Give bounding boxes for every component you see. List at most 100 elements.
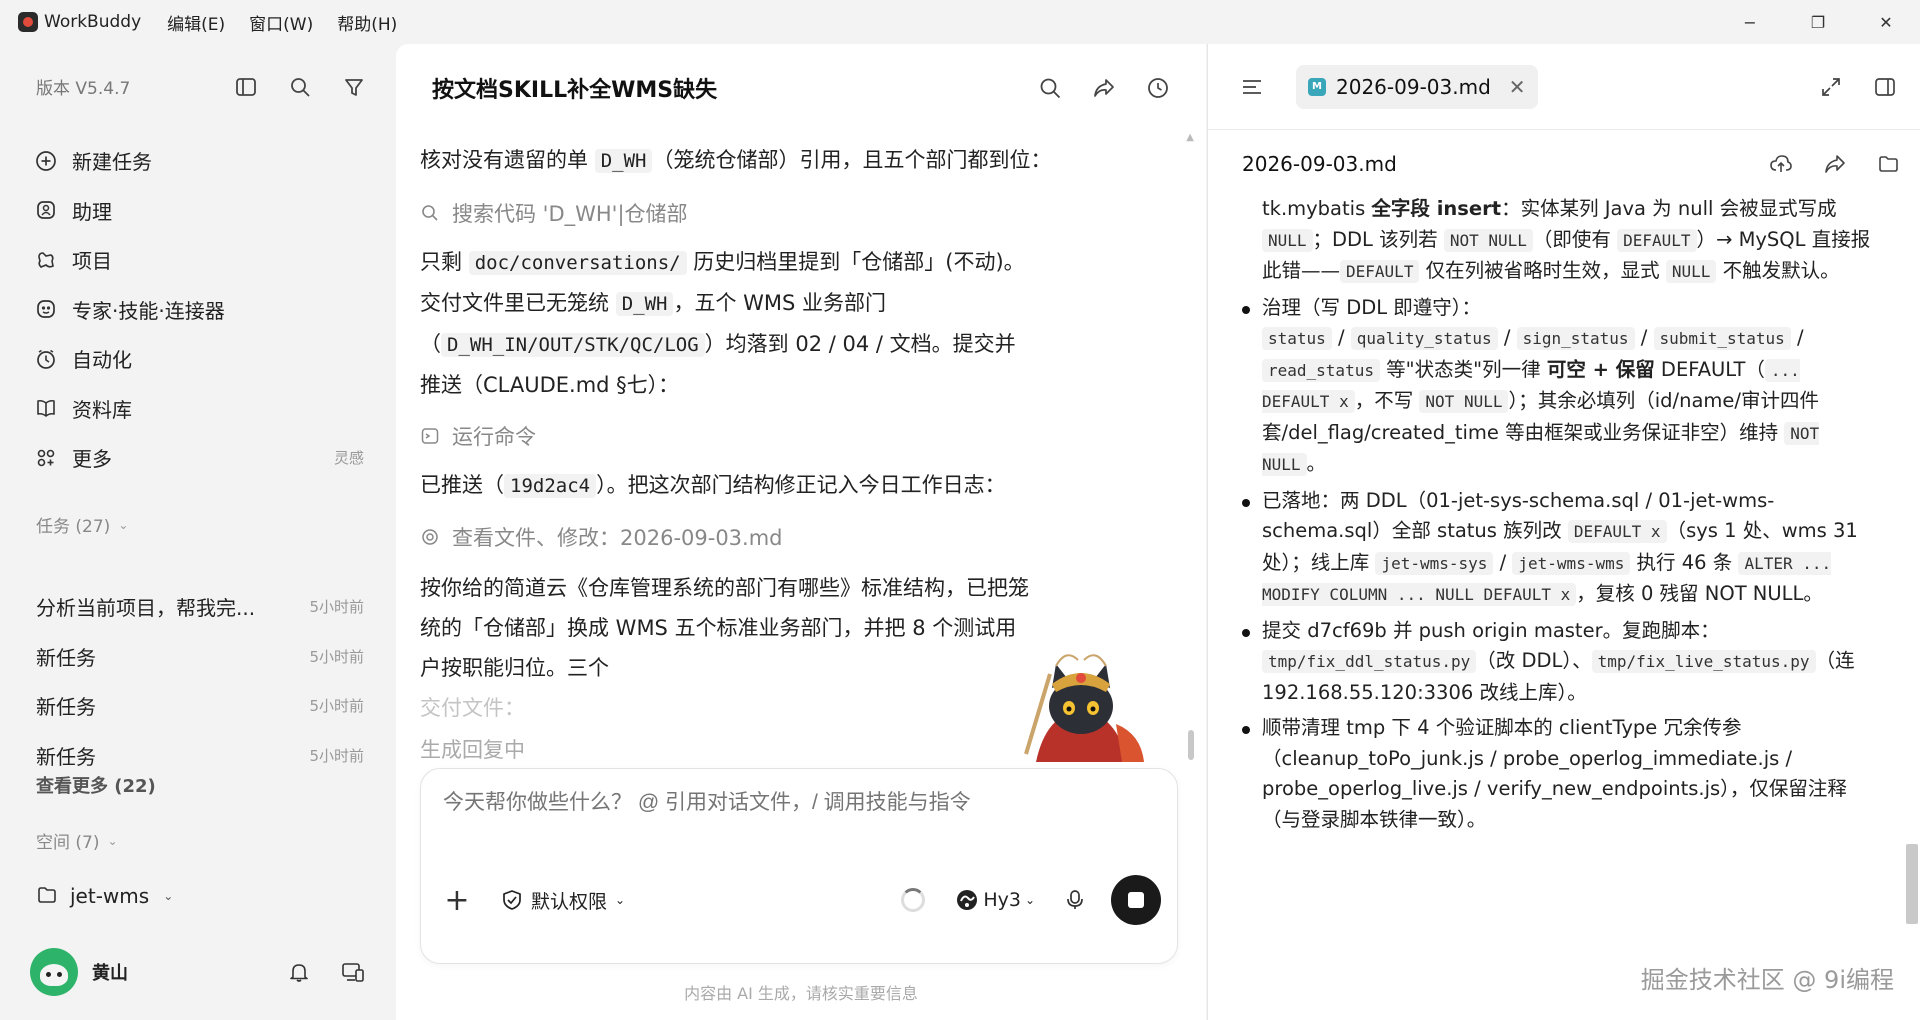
- doc-text: ；DDL 该列若: [1312, 227, 1444, 251]
- sidebar-item-assistant[interactable]: 助理: [34, 186, 364, 236]
- sidebar-nav: 新建任务 助理 项目 专家·技能·连接器 自动化 资料库 更多 灵感: [34, 136, 364, 483]
- tab-label: 2026-09-03.md: [1336, 74, 1491, 99]
- inline-code: NOT NULL: [1419, 390, 1509, 413]
- see-more-link[interactable]: 查看更多 (22): [36, 772, 156, 798]
- watermark: 掘金技术社区 @ 9i编程: [1640, 966, 1894, 994]
- doc-text: ，复核 0 残留 NOT NULL。: [1576, 582, 1823, 605]
- window-controls: − ❐ ✕: [1716, 0, 1920, 44]
- model-logo-icon: [955, 888, 979, 912]
- close-window-button[interactable]: ✕: [1852, 0, 1920, 44]
- sidebar-item-label: 新建任务: [72, 150, 152, 175]
- list-item[interactable]: 新任务 5小时前: [36, 681, 364, 731]
- sidebar-item-library[interactable]: 资料库: [34, 384, 364, 434]
- message-paragraph: 按你给的简道云《仓库管理系统的部门有哪些》标准结构，已把笼统的「仓储部」换成 W…: [420, 568, 1036, 728]
- plus-circle-icon: [34, 149, 58, 173]
- scroll-up-icon[interactable]: ▲: [1186, 132, 1194, 143]
- menu-edit[interactable]: 编辑(E): [167, 10, 225, 35]
- message-text-fading: 交付文件：: [420, 696, 525, 720]
- microphone-icon[interactable]: [1063, 888, 1087, 912]
- history-icon[interactable]: [1144, 74, 1172, 102]
- sidebar-toggle-icon[interactable]: [234, 75, 258, 99]
- file-panel-scrollbar[interactable]: [1906, 844, 1918, 924]
- doc-text: 执行 46 条: [1630, 550, 1739, 574]
- avatar[interactable]: [30, 948, 78, 996]
- task-time: 5小时前: [309, 746, 364, 765]
- inline-code: D_WH_IN/OUT/STK/QC/LOG: [441, 333, 705, 357]
- tool-call-run[interactable]: 运行命令: [420, 411, 1166, 461]
- message-paragraph: 已推送（ 19d2ac4 ）。把这次部门结构修正记入今日工作日志：: [420, 465, 1166, 506]
- restore-button[interactable]: ❐: [1784, 0, 1852, 44]
- model-selector[interactable]: Hy3 ⌄: [955, 888, 1035, 912]
- inspiration-hint[interactable]: 灵感: [334, 447, 364, 468]
- doc-text-bold: 可空 + 保留: [1546, 357, 1655, 381]
- filter-icon[interactable]: [342, 75, 366, 99]
- panel-toggle-icon[interactable]: [1871, 73, 1899, 101]
- inline-code: quality_status: [1350, 327, 1498, 350]
- search-icon[interactable]: [1036, 74, 1064, 102]
- bell-icon[interactable]: [286, 959, 312, 985]
- assistant-icon: [34, 198, 58, 222]
- doc-text: 提交 d7cf69b 并 push origin master。复跑脚本：: [1262, 618, 1720, 642]
- space-header-label: 空间 (7): [36, 833, 100, 853]
- tasks-header[interactable]: 任务 (27) ⌄: [36, 512, 128, 537]
- composer-toolbar: + 默认权限 ⌄ Hy3 ⌄: [439, 875, 1161, 925]
- sidebar-item-automation[interactable]: 自动化: [34, 334, 364, 384]
- share-icon[interactable]: [1822, 151, 1848, 177]
- task-list: 分析当前项目，帮我完... 5小时前 新任务 5小时前 新任务 5小时前 新任务…: [36, 582, 364, 780]
- menu-help[interactable]: 帮助(H): [337, 10, 397, 35]
- doc-text: tk.mybatis: [1262, 197, 1372, 220]
- sidebar-item-experts[interactable]: 专家·技能·连接器: [34, 285, 364, 335]
- sidebar-item-more[interactable]: 更多 灵感: [34, 433, 364, 483]
- chat-scrollbar[interactable]: [1188, 730, 1194, 760]
- task-time: 5小时前: [309, 647, 364, 666]
- inline-code: NULL: [1665, 260, 1717, 283]
- message-input[interactable]: [443, 791, 1143, 815]
- space-header[interactable]: 空间 (7) ⌄: [36, 828, 118, 853]
- message-text: （笼统仓储部）引用，且五个部门都到位：: [652, 148, 1052, 172]
- task-title: 分析当前项目，帮我完...: [36, 596, 256, 621]
- doc-separator: /: [1497, 326, 1517, 349]
- list-item[interactable]: 分析当前项目，帮我完... 5小时前: [36, 582, 364, 632]
- doc-text: 顺带清理 tmp 下 4 个验证脚本的 clientType 冗余传参（clea…: [1262, 716, 1847, 831]
- close-icon[interactable]: ✕: [1509, 75, 1526, 99]
- outline-menu-icon[interactable]: [1238, 73, 1266, 101]
- doc-text: 。: [1306, 452, 1327, 475]
- add-attachment-button[interactable]: +: [439, 883, 475, 918]
- doc-text: ，不写: [1354, 389, 1420, 412]
- expand-icon[interactable]: [1817, 73, 1845, 101]
- app-logo-icon: [18, 12, 38, 32]
- doc-text: ：实体某列 Java 为 null 会被显式写成: [1501, 197, 1837, 220]
- tool-call-view[interactable]: 查看文件、修改：2026-09-03.md: [420, 512, 1166, 562]
- menu-window[interactable]: 窗口(W): [249, 10, 313, 35]
- message-composer: + 默认权限 ⌄ Hy3 ⌄: [420, 768, 1178, 964]
- search-icon[interactable]: [288, 75, 312, 99]
- inline-code: D_WH: [615, 292, 674, 316]
- share-icon[interactable]: [1090, 74, 1118, 102]
- file-panel-header: M 2026-09-03.md ✕: [1208, 44, 1920, 130]
- sidebar-item-label: 项目: [72, 249, 112, 274]
- permission-selector[interactable]: 默认权限 ⌄: [501, 887, 625, 914]
- task-time: 5小时前: [309, 598, 364, 617]
- task-title: 新任务: [36, 695, 96, 720]
- devices-icon[interactable]: [340, 959, 366, 985]
- space-item-jet-wms[interactable]: jet-wms ⌄: [36, 884, 173, 908]
- inline-code: tmp/fix_live_status.py: [1591, 650, 1816, 673]
- message-text: 按你给的简道云《仓库管理系统的部门有哪些》标准结构，已把笼统的「仓储部」换成 W…: [420, 576, 1029, 680]
- shield-check-icon: [501, 889, 523, 911]
- chevron-down-icon: ⌄: [118, 517, 129, 532]
- stop-generation-button[interactable]: [1111, 875, 1161, 925]
- tool-call-search[interactable]: 搜索代码 'D_WH'|仓储部: [420, 188, 1166, 238]
- sidebar-item-label: 助理: [72, 199, 112, 224]
- upload-cloud-icon[interactable]: [1768, 151, 1794, 177]
- title-bar: WorkBuddy 编辑(E) 窗口(W) 帮助(H) − ❐ ✕: [0, 0, 1920, 44]
- open-folder-icon[interactable]: [1876, 151, 1902, 177]
- doc-separator: /: [1790, 326, 1804, 349]
- tab-file-2026-09-03[interactable]: M 2026-09-03.md ✕: [1296, 64, 1538, 109]
- user-bar: 黄山: [30, 944, 366, 1000]
- eye-icon: [420, 527, 440, 547]
- list-item[interactable]: 新任务 5小时前: [36, 632, 364, 682]
- doc-text: （改 DDL）、: [1476, 649, 1592, 672]
- sidebar-item-new-task[interactable]: 新建任务: [34, 136, 364, 186]
- sidebar-item-projects[interactable]: 项目: [34, 235, 364, 285]
- minimize-button[interactable]: −: [1716, 0, 1784, 44]
